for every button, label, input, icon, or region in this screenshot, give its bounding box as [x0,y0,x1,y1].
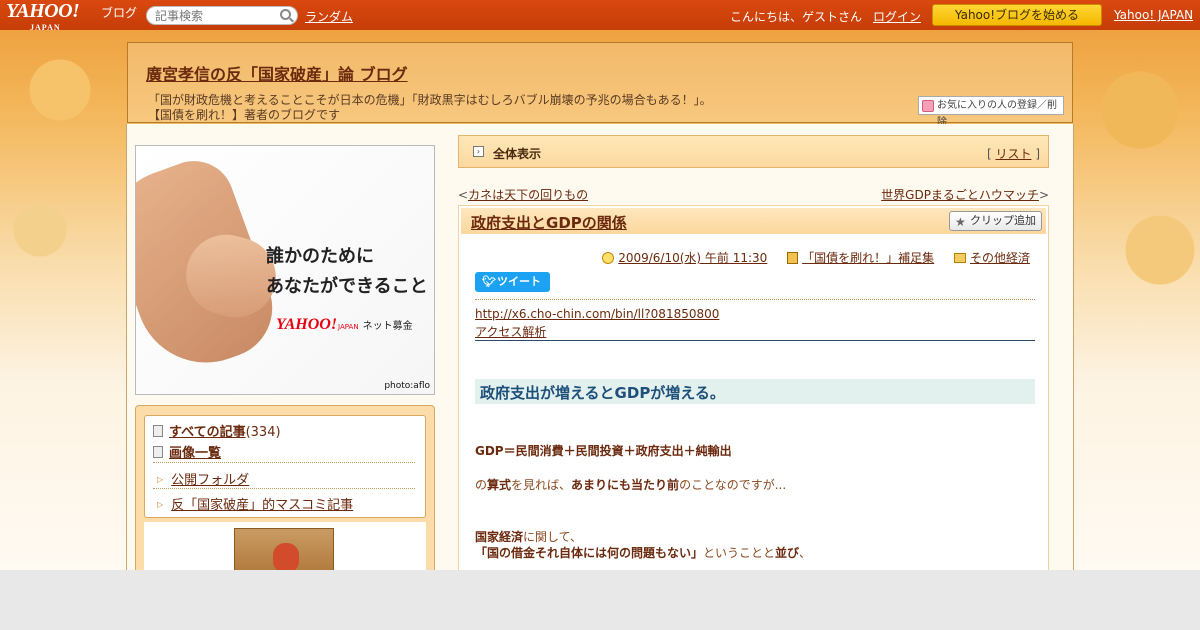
next-article-nav: 世界GDPまるごとハウマッチ> [881,186,1049,203]
all-view-label[interactable]: 全体表示 [493,145,541,162]
bold-text: あまりにも当たり前 [571,478,680,492]
blog-header: 廣宮孝信の反「国家破産」論 ブログ 「国が財政危機と考えることこそが日本の危機」… [127,42,1073,128]
bold-text: 算式 [487,478,512,492]
login-link[interactable]: ログイン [873,8,921,25]
yahoo-japan-logo[interactable]: YAHOO! JAPAN [6,1,80,32]
folder-icon [953,253,966,263]
article-paragraph-3: 「国の借金それ自体には何の問題もない」ということと並び、 [475,544,811,561]
arrow-right-icon: › [473,146,484,157]
blog-description: 「国が財政危機と考えることこそが日本の危機」「財政黒字はむしろバブル崩壊の予兆の… [148,93,848,123]
tweet-label: ツイート [497,275,541,288]
access-analysis-link[interactable]: アクセス解析 [475,323,546,340]
sidebar-folder-media[interactable]: 反「国家破産」的マスコミ記事 [157,494,353,513]
yahoo-japan-link[interactable]: Yahoo! JAPAN [1114,8,1193,22]
article-title[interactable]: 政府支出とGDPの関係 [471,212,627,233]
all-view-bar: › 全体表示 [ リスト ] [458,135,1049,168]
divider [153,462,415,463]
next-marker: > [1038,188,1049,202]
gdp-formula: GDP＝民間消費＋民間投資＋政府支出＋純輸出 [475,444,732,458]
all-articles-link[interactable]: すべての記事 [169,425,246,440]
blog-title[interactable]: 廣宮孝信の反「国家破産」論 ブログ [146,61,408,85]
start-blog-button[interactable]: Yahoo!ブログを始める [932,4,1102,26]
list-link-wrap: [ リスト ] [987,145,1040,162]
list-bracket-open: [ [986,147,992,161]
article-paragraph-1: の算式を見れば、あまりにも当たり前のことなのですが... [475,476,786,493]
prev-article-nav: <カネは天下の回りもの [458,186,588,203]
article-header: 政府支出とGDPの関係 ★ クリップ追加 [461,208,1046,234]
ad-photo-credit: photo:aflo [384,381,430,391]
clip-button-label: クリップ追加 [970,214,1036,227]
charity-ad-banner[interactable]: 誰かのために あなたができること YAHOO!JAPAN ネット募金 photo:… [135,145,435,395]
ad-yahoo-logo: YAHOO!JAPAN ネット募金 [276,316,413,334]
list-bracket-close: ] [1035,147,1040,161]
logo-blog-label[interactable]: ブログ [101,4,137,21]
all-articles-row[interactable]: すべての記事(334) [153,421,281,440]
logo-sub: JAPAN [30,23,61,32]
image-list-row[interactable]: 画像一覧 [153,442,221,461]
clip-add-button[interactable]: ★ クリップ追加 [949,211,1042,231]
ad-logo-sub: JAPAN [338,323,359,331]
external-url-link[interactable]: http://x6.cho-chin.com/bin/ll?081850800 [475,307,719,321]
article-paragraph-2: 国家経済に関して、 [475,528,582,545]
book-icon [787,252,799,264]
article-search-input[interactable] [146,6,298,25]
document-icon [153,425,163,437]
ad-line2: あなたができること [266,276,428,297]
image-icon [153,446,163,458]
text: のことなのですが... [679,478,787,492]
greeting-text: こんにちは、ゲストさん [730,10,863,24]
sidebar-article-box: すべての記事(334) 画像一覧 公開フォルダ 反「国家破産」的マスコミ記事 [135,405,435,570]
clock-icon [602,252,615,264]
sidebar-thumbnail-area [144,522,426,570]
sidebar-folder-public[interactable]: 公開フォルダ [157,469,249,488]
prev-article-link[interactable]: カネは天下の回りもの [468,188,588,202]
ad-line1: 誰かのために [266,246,374,267]
article-meta: 2009/6/10(水) 午前 11:30 「国債を刷れ！」補足集 その他経済 [586,249,1030,266]
text: に関して、 [523,530,583,544]
star-icon: ★ [955,215,966,229]
bold-text: 「国の借金それ自体には何の問題もない」 [475,546,704,560]
twitter-bird-icon: 🐦︎ [482,275,496,288]
article-category[interactable]: 「国債を刷れ！」補足集 [802,251,934,265]
bold-text: 並び [775,546,800,560]
image-list-link[interactable]: 画像一覧 [169,446,221,461]
prev-marker: < [458,188,469,202]
favorite-register-button[interactable]: お気に入りの人の登録／削除 [918,96,1064,128]
article-date[interactable]: 2009/6/10(水) 午前 11:30 [618,251,767,265]
tweet-button[interactable]: 🐦︎ ツイート [475,272,550,292]
article-section-heading: 政府支出が増えるとGDPが増える。 [475,379,1035,404]
heart-icon [922,100,934,112]
next-article-link[interactable]: 世界GDPまるごとハウマッチ [881,188,1039,202]
blog-description-line2: 【国債を刷れ！】著者のブログです [148,108,341,122]
all-articles-count: (334) [245,425,281,440]
bold-text: 国家経済 [475,530,524,544]
divider [153,488,415,489]
text: を見れば、 [511,478,572,492]
article-folder[interactable]: その他経済 [970,251,1030,265]
solid-divider [475,340,1035,341]
ad-logo-text: YAHOO! [276,316,338,333]
text: の [475,478,488,492]
dotted-divider [475,299,1035,300]
profile-thumbnail[interactable] [234,528,334,570]
random-link[interactable]: ランダム [305,8,353,25]
page-viewport: YAHOO! JAPAN ブログ ランダム こんにちは、ゲストさん ログイン Y… [0,0,1200,570]
ad-logo-tail: ネット募金 [362,321,413,332]
yahoo-top-bar: YAHOO! JAPAN ブログ ランダム こんにちは、ゲストさん ログイン Y… [0,0,1200,32]
list-link[interactable]: リスト [995,147,1031,161]
sidebar-article-list: すべての記事(334) 画像一覧 公開フォルダ 反「国家破産」的マスコミ記事 [144,415,426,518]
text: ということと [703,546,776,560]
text: 、 [799,546,812,560]
article: 政府支出とGDPの関係 ★ クリップ追加 2009/6/10(水) 午前 11:… [458,205,1049,570]
search-icon[interactable] [280,9,291,20]
blog-description-line1: 「国が財政危機と考えることこそが日本の危機」「財政黒字はむしろバブル崩壊の予兆の… [148,93,712,107]
